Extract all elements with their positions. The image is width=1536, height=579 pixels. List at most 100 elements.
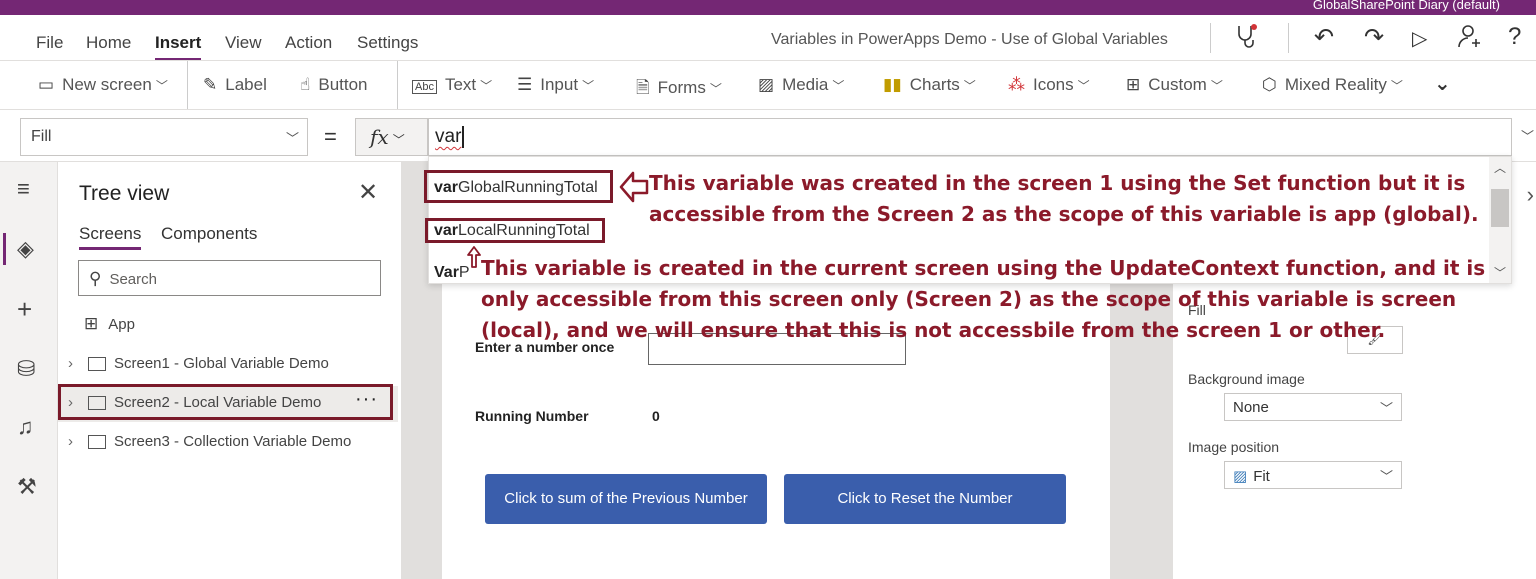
annotation-line: (local), and we will ensure that this is…	[481, 318, 1386, 342]
image-position-label: Image position	[1188, 439, 1280, 455]
running-number-value: 0	[652, 408, 660, 424]
input-button[interactable]: ☰ Input ﹀	[517, 75, 594, 95]
app-header-bar: GlobalSharePoint Diary (default)	[0, 0, 1536, 15]
chevron-down-icon: ﹀	[709, 82, 722, 96]
help-icon[interactable]: ?	[1508, 23, 1521, 51]
tree-view-title: Tree view	[79, 182, 170, 205]
formula-input[interactable]: var	[428, 118, 1512, 156]
insert-ribbon: ▭ New screen ﹀ ✎ Label ☝ Button Abc Text ﹀ ☰ In…	[0, 60, 1536, 110]
search-placeholder: Search	[109, 271, 157, 288]
forms-button[interactable]: 🗎 Forms ﹀	[636, 75, 722, 104]
reset-button[interactable]: Click to Reset the Number	[784, 474, 1066, 524]
media-button[interactable]: ▨ Media ﹀	[758, 75, 844, 95]
tree-item-screen1[interactable]: › Screen1 - Global Variable Demo	[58, 347, 398, 383]
label-button[interactable]: ✎ Label	[203, 75, 267, 95]
fx-button[interactable]: fx ﹀	[355, 118, 428, 156]
menu-file[interactable]: File	[36, 33, 63, 53]
chevron-right-icon[interactable]: ›	[1527, 182, 1534, 208]
media-button-label: Media	[782, 75, 829, 94]
image-position-dropdown[interactable]: ▨ Fit ﹀	[1224, 461, 1402, 489]
icons-button[interactable]: ⁂ Icons ﹀	[1008, 75, 1090, 95]
formula-text: var	[435, 126, 462, 148]
menu-settings[interactable]: Settings	[357, 33, 418, 53]
chevron-up-icon[interactable]: ︿	[1494, 159, 1506, 176]
annotation-arrow-left-icon	[619, 171, 649, 203]
share-user-icon[interactable]	[1457, 23, 1483, 56]
fx-label: fx	[370, 125, 389, 149]
chevron-down-icon: ﹀	[582, 79, 595, 93]
hamburger-menu-icon[interactable]: ≡	[17, 176, 30, 202]
active-rail-indicator	[3, 233, 6, 265]
input-icon: ☰	[517, 75, 533, 94]
menu-home[interactable]: Home	[86, 33, 131, 53]
play-icon[interactable]: ▷	[1412, 26, 1427, 51]
layers-icon[interactable]: ◈	[17, 236, 34, 262]
background-image-dropdown[interactable]: None ﹀	[1224, 393, 1402, 421]
custom-button[interactable]: ⊞ Custom ﹀	[1126, 75, 1223, 95]
suggestion-third[interactable]: VarP	[434, 264, 470, 282]
app-label: App	[108, 316, 135, 333]
property-dropdown[interactable]: Fill ﹀	[20, 118, 308, 156]
plus-icon[interactable]: +	[17, 294, 32, 325]
suggestion-prefix: Var	[434, 264, 459, 281]
expand-formula-chevron-icon[interactable]: ﹀	[1521, 126, 1534, 145]
divider	[397, 61, 398, 109]
icons-button-label: Icons	[1033, 75, 1074, 94]
mixed-reality-button-label: Mixed Reality	[1284, 75, 1387, 94]
forms-icon: 🗎	[636, 78, 650, 97]
undo-icon[interactable]: ↶	[1314, 23, 1334, 52]
button-icon: ☝	[300, 75, 311, 94]
chevron-down-icon: ﹀	[480, 79, 493, 93]
divider	[1288, 23, 1289, 53]
text-caret	[462, 126, 465, 148]
charts-button[interactable]: ▮▮ Charts ﹀	[883, 75, 976, 95]
menu-view[interactable]: View	[225, 33, 262, 53]
search-input[interactable]: ⚲ Search	[78, 260, 381, 296]
dropdown-scrollbar[interactable]: ︿ ﹀	[1489, 157, 1511, 283]
background-image-value: None	[1233, 399, 1269, 416]
close-icon[interactable]: ✕	[358, 178, 378, 207]
media-icon[interactable]: ♫	[17, 414, 34, 440]
sum-button[interactable]: Click to sum of the Previous Number	[485, 474, 767, 524]
chevron-down-icon: ﹀	[963, 79, 976, 93]
label-button-label: Label	[225, 75, 267, 94]
tree-item-app[interactable]: ⊞ App	[84, 314, 135, 334]
tools-icon[interactable]: ⚒	[17, 474, 37, 500]
input-button-label: Input	[540, 75, 579, 94]
divider	[1210, 23, 1211, 53]
label-icon: ✎	[203, 75, 218, 94]
tab-screens[interactable]: Screens	[79, 224, 142, 250]
chevron-down-icon: ﹀	[1077, 79, 1090, 93]
mixed-reality-button[interactable]: ⬡ Mixed Reality ﹀	[1262, 75, 1403, 95]
menu-action[interactable]: Action	[285, 33, 332, 53]
chevron-down-icon[interactable]: ﹀	[1494, 264, 1506, 281]
text-button[interactable]: Abc Text ﹀	[412, 75, 492, 95]
running-number-label: Running Number	[475, 408, 589, 424]
chevron-right-icon[interactable]: ›	[68, 433, 73, 450]
equals-sign: =	[324, 124, 337, 149]
new-screen-button[interactable]: ▭ New screen ﹀	[38, 75, 168, 95]
menu-insert[interactable]: Insert	[155, 33, 202, 61]
global-variable-highlight-box	[424, 170, 613, 203]
button-button[interactable]: ☝ Button	[300, 75, 368, 95]
stethoscope-icon[interactable]	[1234, 23, 1260, 56]
chevron-down-icon: ﹀	[285, 131, 299, 146]
charts-button-label: Charts	[909, 75, 960, 94]
tree-view-panel: Tree view ✕ Screens Components ⚲ Search ⊞…	[58, 162, 402, 579]
screen-label: Screen1 - Global Variable Demo	[114, 355, 329, 372]
tree-item-screen3[interactable]: › Screen3 - Collection Variable Demo	[58, 425, 398, 461]
scrollbar-thumb[interactable]	[1491, 189, 1509, 227]
database-icon[interactable]: ⛁	[17, 356, 35, 382]
property-value: Fill	[31, 128, 52, 145]
local-variable-highlight-box	[425, 218, 605, 243]
annotation-arrow-up-icon	[467, 246, 481, 268]
ribbon-expand-chevron-icon[interactable]: ⌄	[1434, 71, 1451, 96]
tab-components[interactable]: Components	[161, 224, 257, 244]
chevron-down-icon: ﹀	[1379, 401, 1393, 416]
redo-icon[interactable]: ↷	[1364, 23, 1384, 52]
chevron-right-icon[interactable]: ›	[68, 355, 73, 372]
document-title: Variables in PowerApps Demo - Use of Glo…	[771, 31, 1168, 48]
screen-label: Screen3 - Collection Variable Demo	[114, 433, 352, 450]
local-variable-annotation: This variable is created in the current …	[481, 253, 1485, 346]
text-button-label: Text	[444, 75, 477, 94]
